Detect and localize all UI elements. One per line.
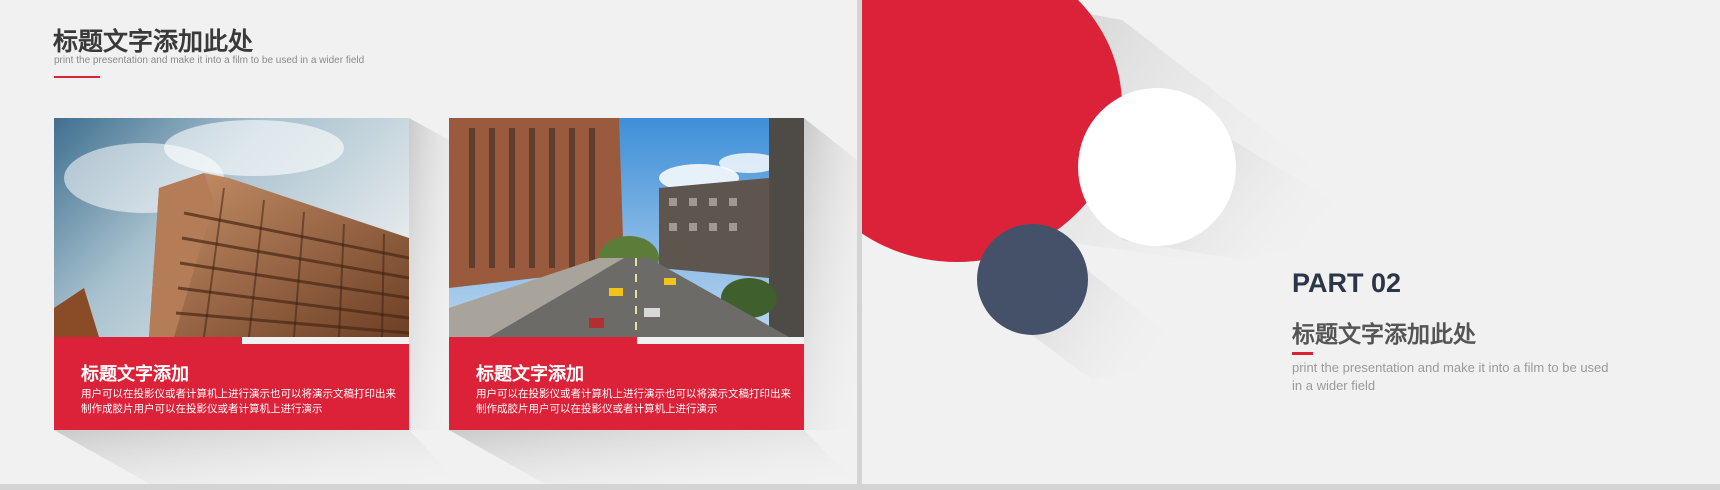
- city-street-photo-icon: [449, 118, 804, 337]
- white-circle-decoration: [1078, 88, 1236, 246]
- card-title: 标题文字添加: [476, 364, 584, 384]
- building-photo-icon: [54, 118, 409, 337]
- card-notch: [242, 337, 409, 344]
- part-title: 标题文字添加此处: [1292, 321, 1476, 347]
- part-subtitle: print the presentation and make it into …: [1292, 360, 1609, 393]
- card-body: 用户可以在投影仪或者计算机上进行演示也可以将演示文稿打印出来制作成胶片用户可以在…: [476, 388, 791, 415]
- slide-subtitle: print the presentation and make it into …: [54, 55, 365, 66]
- slide-left: 标题文字添加此处 print the presentation and make…: [0, 0, 857, 484]
- card-notch: [637, 337, 804, 344]
- card-1: 标题文字添加 用户可以在投影仪或者计算机上进行演示也可以将演示文稿打印出来制作成…: [54, 118, 409, 430]
- part-label: PART 02: [1292, 268, 1402, 298]
- red-circle-decoration: [862, 0, 1122, 262]
- card-panel: 标题文字添加 用户可以在投影仪或者计算机上进行演示也可以将演示文稿打印出来制作成…: [54, 337, 409, 430]
- card-panel: 标题文字添加 用户可以在投影仪或者计算机上进行演示也可以将演示文稿打印出来制作成…: [449, 337, 804, 430]
- navy-circle-decoration: [977, 224, 1088, 335]
- slide-title: 标题文字添加此处: [53, 28, 254, 56]
- card-body: 用户可以在投影仪或者计算机上进行演示也可以将演示文稿打印出来制作成胶片用户可以在…: [81, 388, 396, 415]
- card-title: 标题文字添加: [81, 364, 189, 384]
- slide-right: PART 02 标题文字添加此处 print the presentation …: [862, 0, 1720, 484]
- part-accent-line: [1292, 352, 1313, 355]
- title-accent-line: [54, 76, 100, 78]
- card-2: 标题文字添加 用户可以在投影仪或者计算机上进行演示也可以将演示文稿打印出来制作成…: [449, 118, 804, 430]
